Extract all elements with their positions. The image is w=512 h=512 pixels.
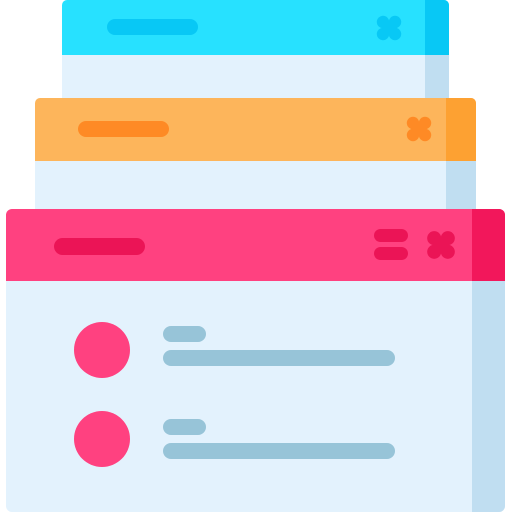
close-icon[interactable] xyxy=(424,228,458,262)
middle-window-title-bar-shade xyxy=(446,98,476,161)
back-window-body-shade xyxy=(425,55,449,98)
menu-icon[interactable] xyxy=(374,227,408,263)
close-icon[interactable] xyxy=(374,13,402,41)
back-window-title-bar-shade xyxy=(425,0,449,55)
middle-window-body xyxy=(35,161,476,210)
front-window-body-shade xyxy=(472,281,505,512)
list-item-title-placeholder xyxy=(163,326,206,342)
front-window-title-placeholder xyxy=(54,238,145,255)
list-item-avatar xyxy=(74,411,130,467)
close-icon[interactable] xyxy=(404,114,434,144)
front-window-body xyxy=(6,281,505,512)
list-item-avatar xyxy=(74,322,130,378)
list-item-text-placeholder xyxy=(163,443,395,459)
back-window-title-placeholder xyxy=(107,19,198,35)
front-window xyxy=(6,209,505,512)
back-window xyxy=(62,0,449,98)
middle-window xyxy=(35,98,476,210)
middle-window-body-shade xyxy=(446,161,476,210)
front-window-title-bar-shade xyxy=(472,209,505,281)
middle-window-title-placeholder xyxy=(78,121,169,137)
back-window-body xyxy=(62,55,449,98)
list-item-text-placeholder xyxy=(163,350,395,366)
list-item-title-placeholder xyxy=(163,419,206,435)
